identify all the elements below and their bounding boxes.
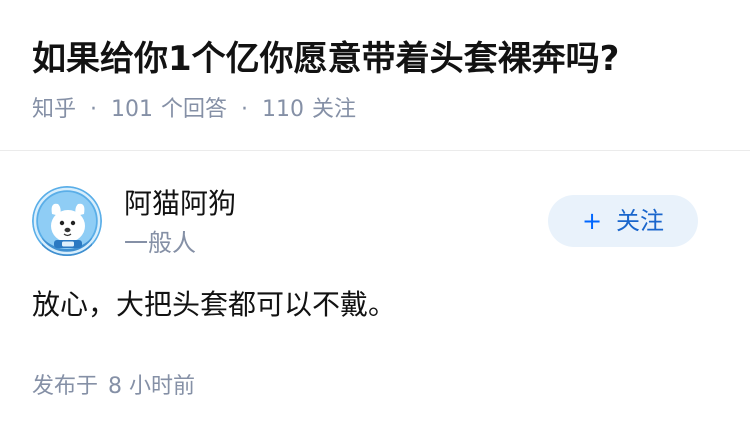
dog-astronaut-avatar-icon — [32, 186, 102, 256]
separator-dot: · — [241, 97, 249, 122]
answers-count: 101 — [111, 97, 154, 122]
author-avatar[interactable] — [32, 186, 102, 256]
answer-published-time: 发布于 8 小时前 — [32, 371, 195, 403]
question-meta: 知乎 · 101 个回答 · 110 关注 — [32, 94, 356, 126]
follow-button[interactable]: + 关注 — [548, 195, 698, 247]
followers-count: 110 — [262, 97, 305, 122]
separator-dot: · — [90, 97, 98, 122]
question-header: 如果给你1个亿你愿意带着头套裸奔吗? 知乎 · 101 个回答 · 110 关注 — [0, 0, 750, 150]
author-bio: 一般人 — [124, 229, 196, 257]
question-title[interactable]: 如果给你1个亿你愿意带着头套裸奔吗? — [32, 36, 732, 82]
answers-label: 个回答 — [161, 97, 228, 122]
published-label: 发布于 — [32, 374, 99, 399]
zhihu-question-page: 如果给你1个亿你愿意带着头套裸奔吗? 知乎 · 101 个回答 · 110 关注 — [0, 0, 750, 438]
followers-label: 关注 — [312, 97, 357, 122]
answer-content[interactable]: 放心，大把头套都可以不戴。 — [32, 285, 396, 325]
author-name[interactable]: 阿猫阿狗 — [124, 185, 236, 223]
follow-button-label: 关注 — [616, 207, 665, 235]
plus-icon: + — [581, 207, 603, 235]
published-time: 8 小时前 — [108, 374, 196, 399]
answer-card: 阿猫阿狗 一般人 + 关注 放心，大把头套都可以不戴。 发布于 8 小时前 — [0, 151, 750, 438]
source-label[interactable]: 知乎 — [32, 97, 76, 122]
